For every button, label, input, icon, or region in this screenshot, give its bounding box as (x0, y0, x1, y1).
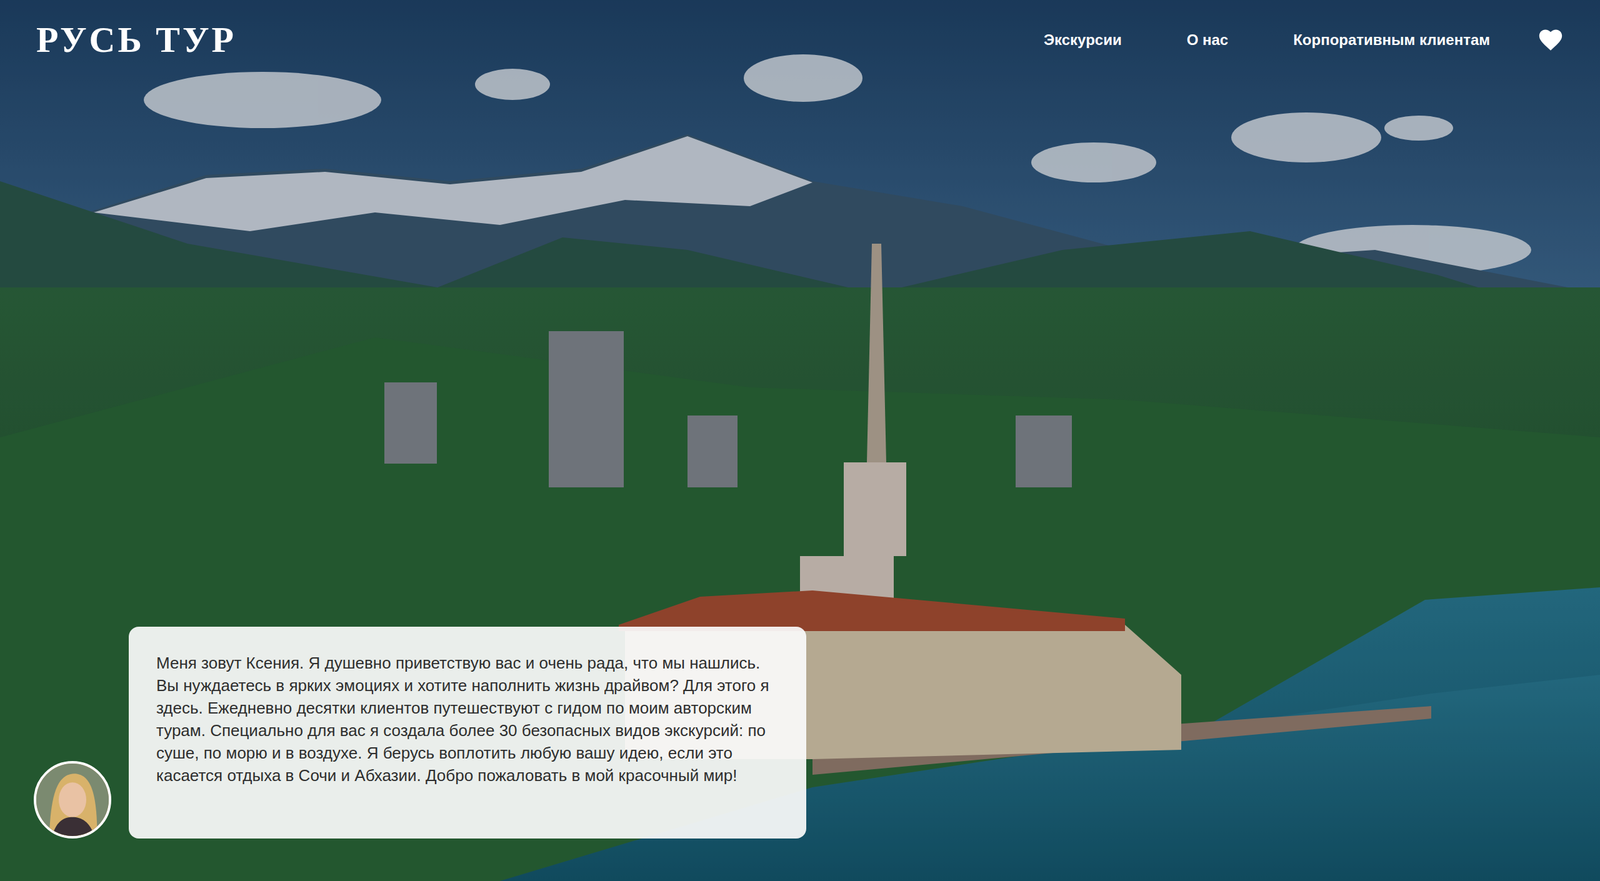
nav-link[interactable]: Экскурсии (1042, 26, 1124, 54)
intro-card: Меня зовут Ксения. Я душевно приветствую… (128, 626, 807, 839)
favorites-heart-icon[interactable] (1553, 28, 1563, 52)
intro-text: Меня зовут Ксения. Я душевно приветствую… (156, 651, 779, 787)
nav-link[interactable]: Корпоративным клиентам (1291, 26, 1492, 54)
page: РУСЬ ТУР Экскурсии О нас Корпоративным клие… (0, 0, 1600, 881)
nav-link[interactable]: О нас (1185, 26, 1230, 54)
guide-avatar (33, 761, 112, 839)
guide-intro: Меня зовут Ксения. Я душевно приветствую… (33, 626, 1563, 839)
site-logo[interactable]: РУСЬ ТУР (33, 17, 239, 63)
site-header: РУСЬ ТУР Экскурсии О нас Корпоративным клие… (33, 17, 1563, 63)
main-nav: Экскурсии О нас Корпоративным клиентам (1042, 26, 1563, 54)
